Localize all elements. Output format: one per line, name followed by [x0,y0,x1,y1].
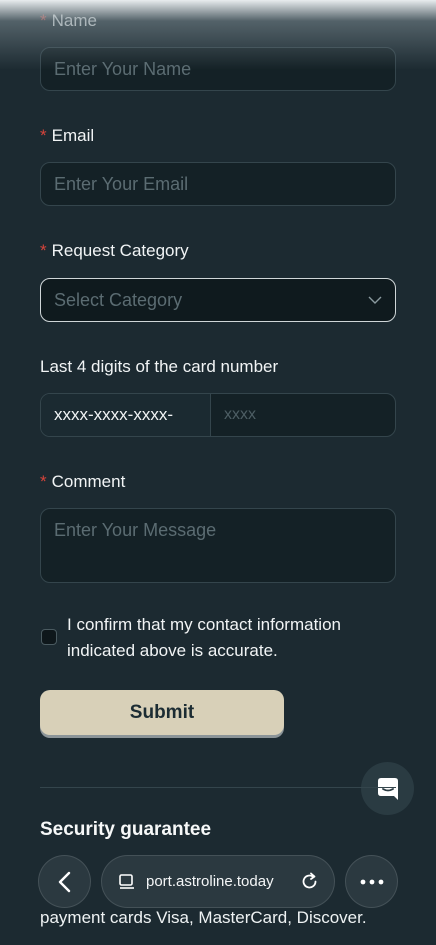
confirm-checkbox[interactable] [41,629,57,645]
email-placeholder: Enter Your Email [54,173,189,194]
divider [40,787,396,788]
comment-label: * Comment [40,472,126,491]
email-input[interactable]: Enter Your Email [40,162,396,206]
chat-icon [377,777,398,800]
confirm-text: I confirm that my contact information in… [67,615,341,660]
name-input[interactable]: Enter Your Name [40,47,396,91]
submit-button[interactable]: Submit [40,690,284,735]
card-prefix: xxxx-xxxx-xxxx- [41,394,211,436]
comment-textarea[interactable]: Enter Your Message [40,508,396,583]
back-button[interactable] [38,855,91,908]
more-icon [360,879,383,884]
category-label: * Request Category [40,241,189,260]
chevron-left-icon [58,871,70,892]
card-last4-placeholder: xxxx [224,406,256,423]
category-select[interactable]: Select Category [40,278,396,322]
required-mark: * [40,126,47,145]
card-label: Last 4 digits of the card number [40,357,279,376]
card-digits-field: xxxx-xxxx-xxxx- xxxx [40,393,396,437]
chat-button[interactable] [361,762,414,815]
tabs-icon [119,873,134,889]
browser-toolbar: port.astroline.today [0,850,436,912]
category-placeholder: Select Category [54,289,183,310]
name-label: * Name [40,11,97,30]
reload-icon[interactable] [300,872,320,892]
chevron-down-icon [368,296,382,304]
email-label: * Email [40,126,95,145]
required-mark: * [40,472,47,491]
comment-placeholder: Enter Your Message [54,520,217,540]
required-mark: * [40,241,47,260]
card-last4-input[interactable]: xxxx [211,394,395,436]
name-placeholder: Enter Your Name [54,58,192,79]
address-bar[interactable]: port.astroline.today [101,855,335,908]
url-text: port.astroline.today [146,873,274,890]
required-mark: * [40,11,47,30]
more-button[interactable] [345,855,398,908]
security-title: Security guarantee [40,819,212,840]
